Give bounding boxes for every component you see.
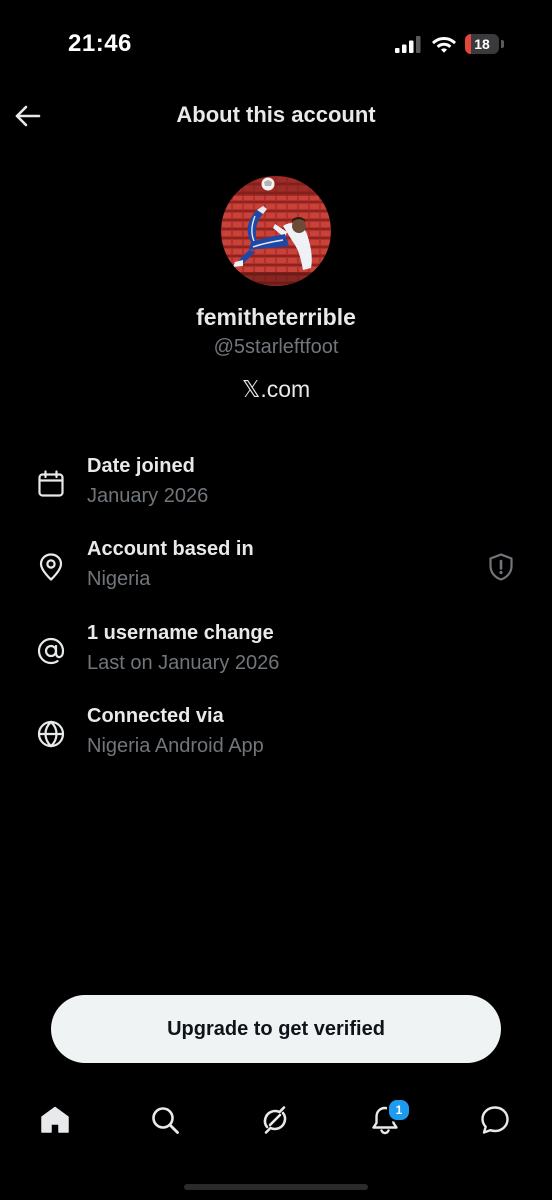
notification-badge: 1 <box>387 1098 411 1122</box>
username-handle: @5starleftfoot <box>213 336 339 358</box>
info-row-connected-via: Connected via Nigeria Android App <box>0 705 552 765</box>
nav-messages[interactable] <box>475 1100 515 1140</box>
page-title: About this account <box>176 102 376 127</box>
avatar-image <box>221 176 331 286</box>
avatar[interactable] <box>221 176 331 286</box>
info-title: Account based in <box>87 538 254 560</box>
info-title: Date joined <box>87 455 195 477</box>
site-label: 𝕏.com <box>241 376 311 402</box>
globe-icon <box>37 720 65 748</box>
info-value: Nigeria Android App <box>87 735 264 757</box>
nav-grok[interactable] <box>255 1100 295 1140</box>
home-icon <box>41 1106 69 1133</box>
status-bar: 21:46 18 <box>0 0 552 90</box>
info-value: Last on January 2026 <box>87 652 280 674</box>
display-name: femitheterrible <box>196 304 356 330</box>
info-title: 1 username change <box>87 622 274 644</box>
bottom-nav: 1 <box>0 1088 552 1152</box>
info-title: Connected via <box>87 705 224 727</box>
calendar-icon <box>38 470 64 497</box>
wifi-icon <box>432 37 456 53</box>
header: About this account <box>0 90 552 142</box>
messages-icon <box>481 1106 509 1134</box>
location-pin-icon <box>39 553 63 581</box>
nav-search[interactable] <box>145 1100 185 1140</box>
grok-icon <box>263 1106 287 1134</box>
info-row-username-change: 1 username change Last on January 2026 <box>0 622 552 682</box>
nav-home[interactable] <box>35 1100 75 1140</box>
info-row-date-joined: Date joined January 2026 <box>0 455 552 515</box>
at-sign-icon <box>37 637 65 665</box>
cellular-signal-icon <box>395 36 421 53</box>
info-value: January 2026 <box>87 485 209 507</box>
search-icon <box>152 1107 179 1134</box>
upgrade-verified-button[interactable]: Upgrade to get verified <box>51 995 501 1063</box>
shield-alert-icon[interactable] <box>486 552 516 582</box>
info-value: Nigeria <box>87 568 151 590</box>
battery-icon: 18 <box>465 34 505 54</box>
info-row-account-based-in: Account based in Nigeria <box>0 538 552 598</box>
status-time: 21:46 <box>68 30 132 57</box>
home-indicator <box>184 1184 368 1190</box>
nav-notifications[interactable]: 1 <box>365 1098 411 1140</box>
battery-level: 18 <box>474 36 490 52</box>
